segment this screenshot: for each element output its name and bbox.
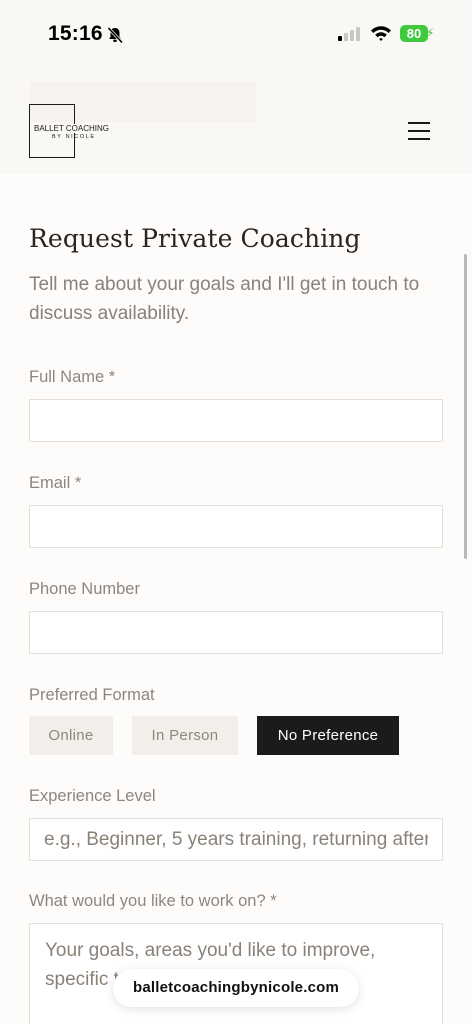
menu-bar [408,122,430,124]
preferred-format-label: Preferred Format [29,686,155,704]
phone-label: Phone Number [29,580,140,598]
site-header: BALLET COACHING BY NICOLE [0,70,472,174]
browser-url-bar[interactable]: balletcoachingbynicole.com [113,969,359,1007]
status-time: 15:16 [48,22,103,45]
phone-input[interactable] [30,612,442,653]
phone-field-wrapper [29,611,443,654]
page-title: Request Private Coaching [29,224,361,253]
page-subtitle: Tell me about your goals and I'll get in… [29,274,420,324]
format-in-person-button[interactable]: In Person [132,716,238,755]
menu-bar [408,138,430,140]
page-scrollbar[interactable] [464,254,467,559]
bell-slash-icon [107,26,124,44]
experience-level-label: Experience Level [29,787,156,805]
email-input[interactable] [30,506,442,547]
format-online-button[interactable]: Online [29,716,113,755]
menu-bar [408,130,430,132]
full-name-label: Full Name * [29,368,116,386]
logo-text-secondary: BY NICOLE [52,134,96,140]
full-name-input[interactable] [30,400,442,441]
experience-level-input[interactable] [30,819,442,860]
site-logo[interactable]: BALLET COACHING BY NICOLE [29,104,110,158]
format-no-preference-button[interactable]: No Preference [257,716,399,755]
battery-indicator: 80 [400,25,428,42]
charging-bolt-icon: ⚡ [426,26,435,40]
cellular-signal-icon [338,27,360,41]
email-label: Email * [29,474,82,492]
logo-text-primary: BALLET COACHING [34,124,110,133]
hamburger-menu-icon[interactable] [408,122,430,142]
goals-label: What would you like to work on? * [29,892,277,910]
status-bar: 15:16 80 ⚡ [0,0,472,70]
screen: 15:16 80 ⚡ BALLET COACHING BY NICOLE Req… [0,0,472,1024]
wifi-icon [371,26,391,41]
full-name-field-wrapper [29,399,443,442]
experience-field-wrapper [29,818,443,861]
email-field-wrapper [29,505,443,548]
